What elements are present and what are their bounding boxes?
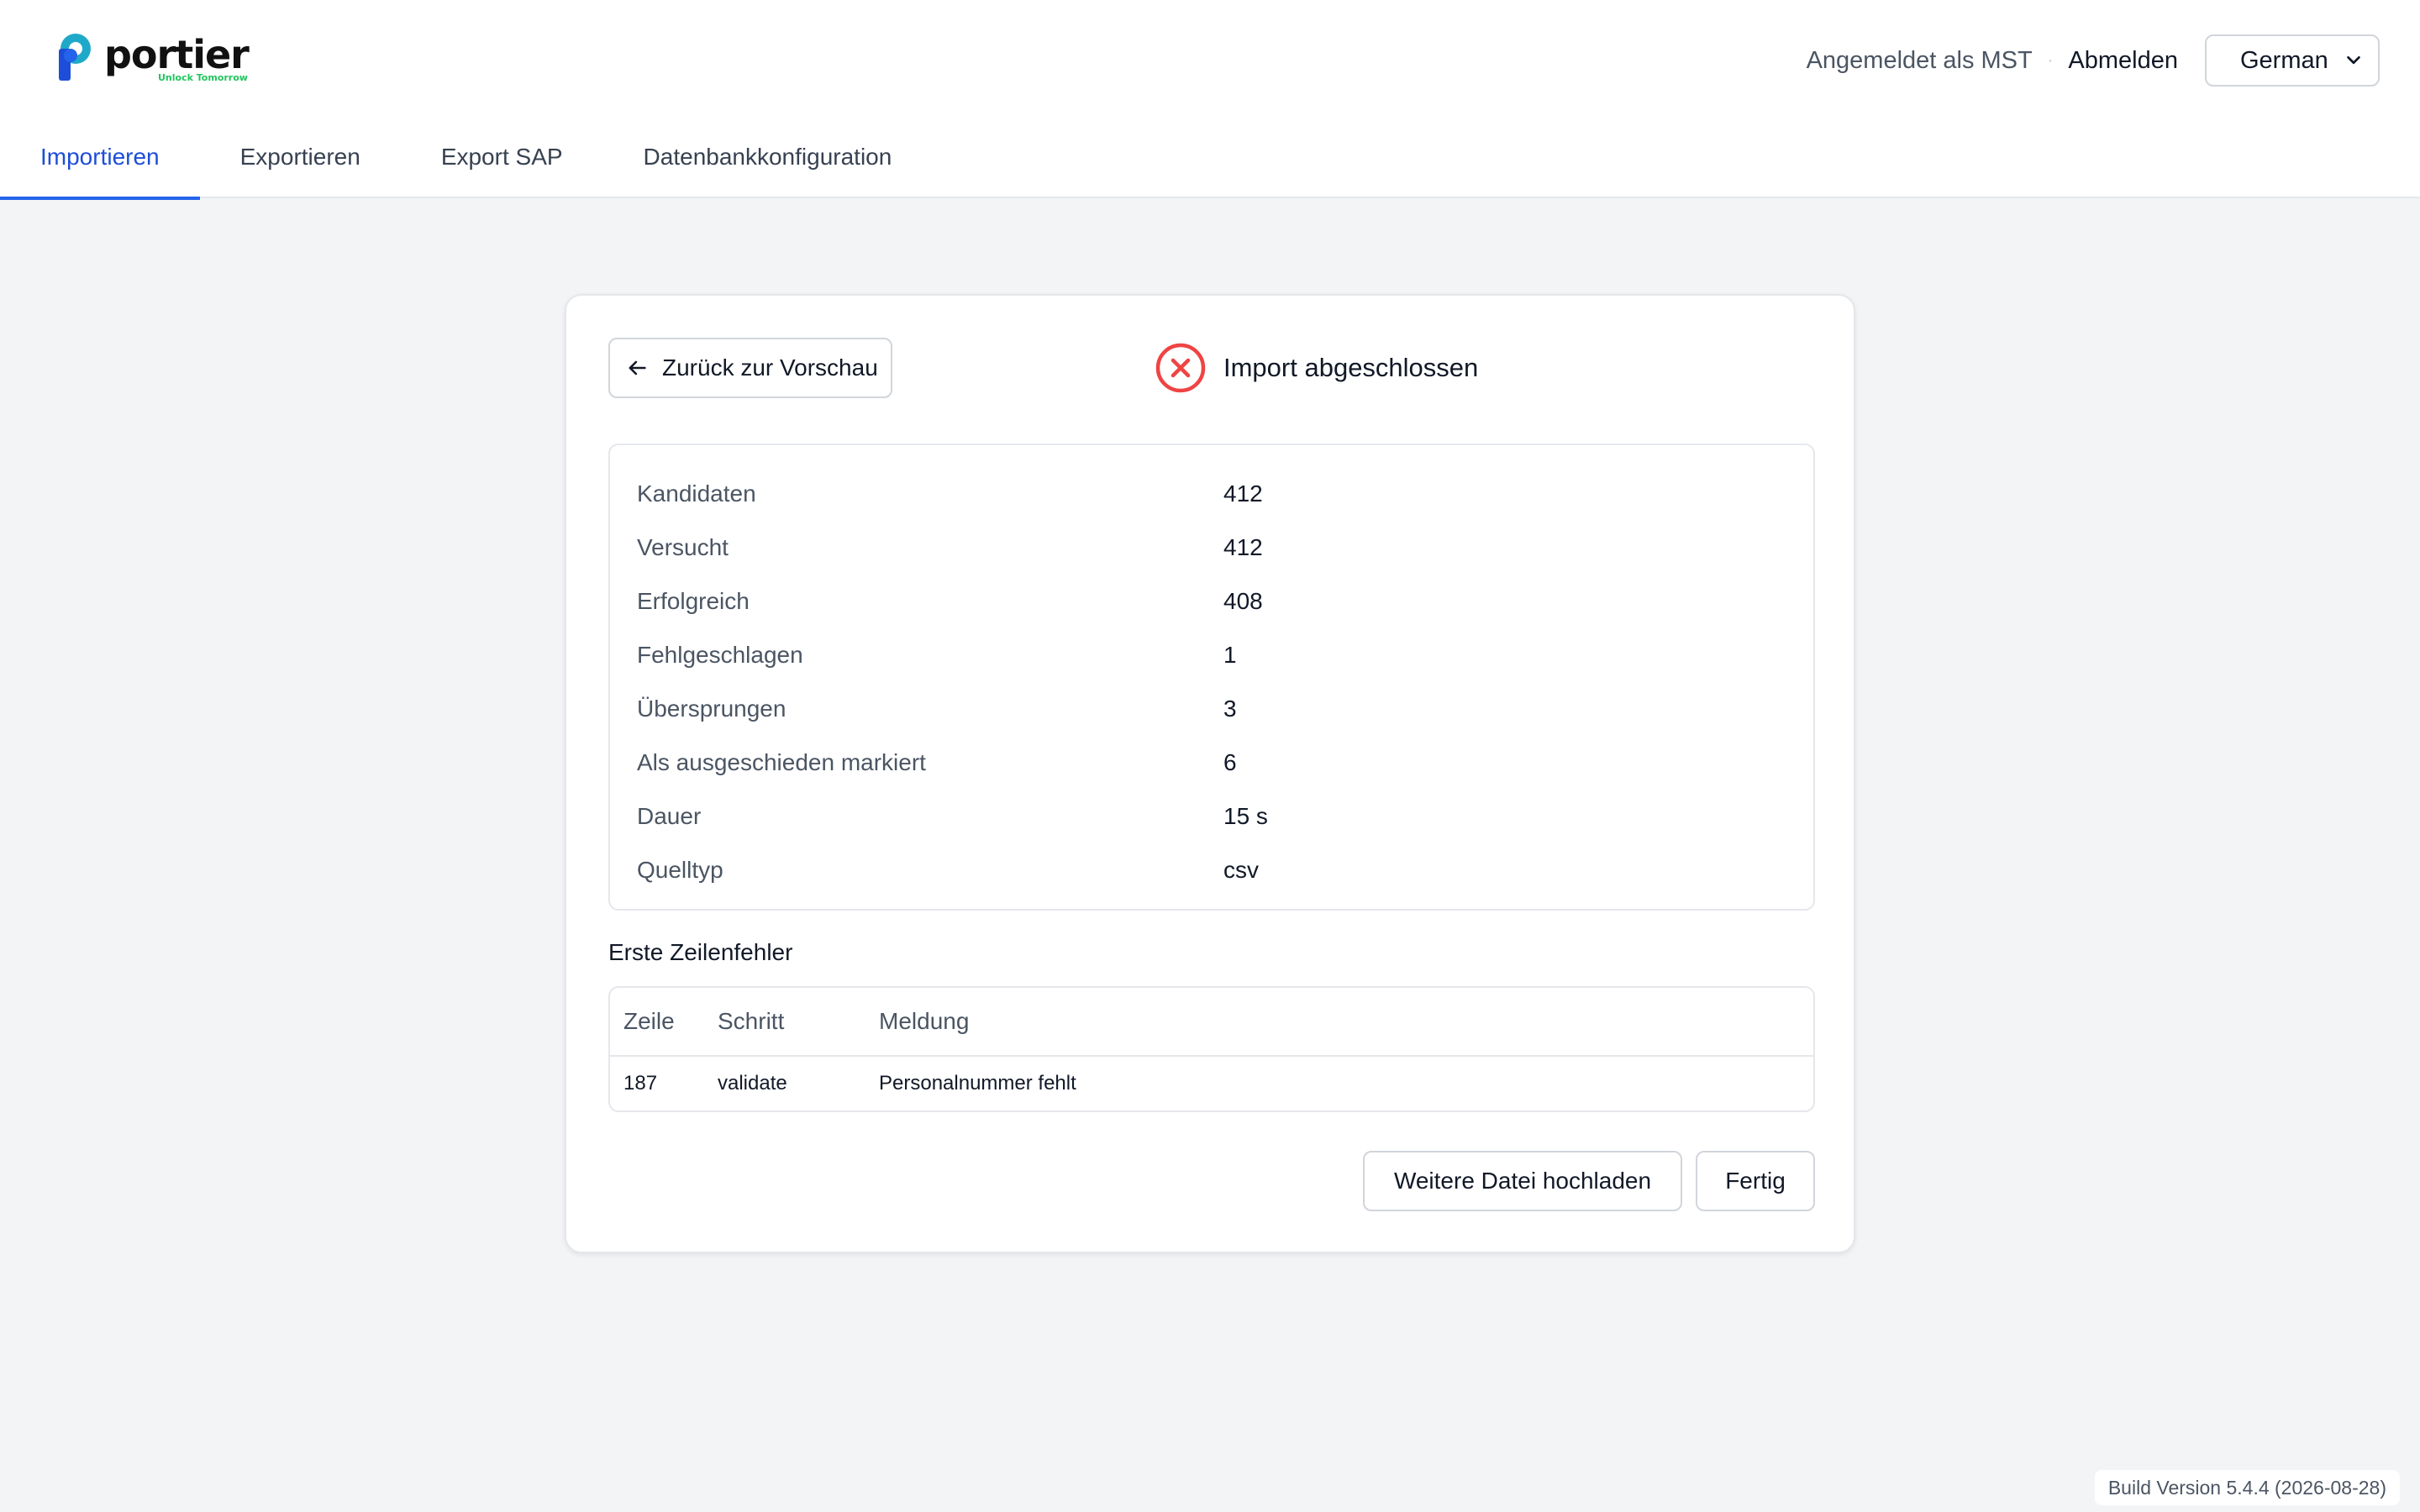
logged-in-as-text: Angemeldet als MST [1806,46,2033,74]
portier-logo-icon [54,32,97,84]
table-row: 187 validate Personalnummer fehlt [610,1057,1813,1110]
user-area: Angemeldet als MST · Abmelden German [1807,34,2380,87]
stat-value: 3 [1223,696,1237,722]
stat-row-erfolgreich: Erfolgreich 408 [637,575,1813,628]
app-header: portier Unlock Tomorrow Angemeldet als M… [0,0,2420,200]
import-result-card: Zurück zur Vorschau Import abgeschlossen… [565,294,1855,1253]
back-to-preview-button[interactable]: Zurück zur Vorschau [608,338,892,398]
row-errors-table: Zeile Schritt Meldung 187 validate Perso… [608,986,1815,1112]
row-errors-heading: Erste Zeilenfehler [608,939,793,965]
stat-row-uebersprungen: Übersprungen 3 [637,682,1813,736]
stat-value: csv [1223,857,1259,883]
import-status-title: Import abgeschlossen [1223,353,1479,382]
column-header-zeile: Zeile [623,1008,675,1034]
stat-value: 15 s [1223,803,1268,829]
back-to-preview-label: Zurück zur Vorschau [662,354,878,381]
tab-exportieren[interactable]: Exportieren [200,126,401,198]
tab-datenbankkonfiguration[interactable]: Datenbankkonfiguration [603,126,933,198]
table-header-row: Zeile Schritt Meldung [610,988,1813,1057]
language-selected-value: German [2240,46,2328,74]
stat-row-kandidaten: Kandidaten 412 [637,467,1813,521]
tab-importieren[interactable]: Importieren [0,126,200,200]
logo-tagline: Unlock Tomorrow [158,72,248,83]
stat-label: Quelltyp [637,857,723,883]
arrow-left-icon [629,360,646,375]
stat-label: Versucht [637,534,729,560]
stat-row-versucht: Versucht 412 [637,521,1813,575]
done-button[interactable]: Fertig [1696,1151,1815,1211]
header-separator: · [2047,50,2054,70]
column-header-schritt: Schritt [718,1008,785,1034]
stat-value: 412 [1223,534,1263,560]
stat-row-quelltyp: Quelltyp csv [637,843,1813,897]
stat-value: 408 [1223,588,1263,614]
portier-logo[interactable]: portier Unlock Tomorrow [54,32,250,87]
stat-label: Übersprungen [637,696,786,722]
language-select[interactable]: German [2205,34,2380,87]
logout-link[interactable]: Abmelden [2068,47,2178,75]
chevron-down-icon [2347,55,2360,65]
stat-label: Dauer [637,803,702,829]
logo-wordmark: portier [104,32,250,77]
stat-label: Kandidaten [637,480,756,507]
import-stats-panel: Kandidaten 412 Versucht 412 Erfolgreich … [608,444,1815,911]
build-version-badge: Build Version 5.4.4 (2026-08-28) [2094,1470,2400,1505]
stat-value: 6 [1223,749,1237,775]
error-circle-icon [1155,343,1206,393]
stat-row-fehlgeschlagen: Fehlgeschlagen 1 [637,628,1813,682]
stat-label: Als ausgeschieden markiert [637,749,926,775]
stat-value: 412 [1223,480,1263,507]
column-header-meldung: Meldung [879,1008,970,1034]
stat-label: Erfolgreich [637,588,750,614]
upload-another-file-button[interactable]: Weitere Datei hochladen [1363,1151,1682,1211]
import-status-header: Import abgeschlossen [1155,341,1478,395]
stat-label: Fehlgeschlagen [637,642,803,668]
tab-export-sap[interactable]: Export SAP [401,126,603,198]
cell-message: Personalnummer fehlt [879,1072,1076,1095]
main-tabs: Importieren Exportieren Export SAP Daten… [0,126,933,200]
cell-row-number: 187 [623,1072,658,1095]
stat-row-ausgeschieden: Als ausgeschieden markiert 6 [637,736,1813,790]
cell-step: validate [718,1072,787,1095]
stat-value: 1 [1223,642,1237,668]
stat-row-dauer: Dauer 15 s [637,790,1813,843]
